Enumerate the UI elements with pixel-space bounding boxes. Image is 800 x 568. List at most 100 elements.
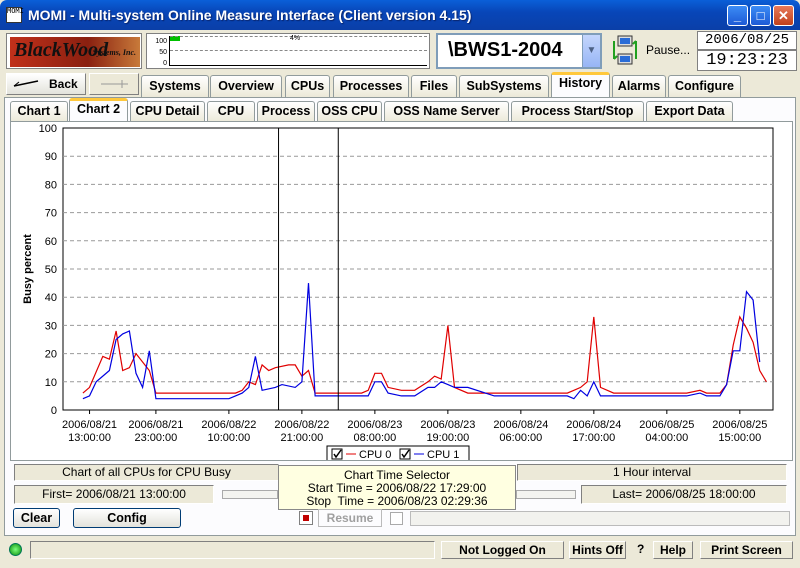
chart-description: Chart of all CPUs for CPU Busy — [14, 464, 279, 481]
x-tick-time: 15:00:00 — [718, 432, 761, 444]
legend-label: CPU 0 — [359, 449, 391, 460]
meter-label: 4% — [290, 35, 301, 42]
app-icon: MOMI — [6, 7, 24, 23]
y-tick-label: 80 — [45, 179, 57, 191]
legend-label: CPU 1 — [427, 449, 459, 460]
subtab-export-data[interactable]: Export Data — [646, 101, 733, 122]
company-logo: BlackWood Systems, Inc. — [6, 33, 142, 69]
meter-tick-100: 100 — [155, 38, 167, 45]
logo-box: BlackWood Systems, Inc. — [10, 37, 140, 67]
forward-button[interactable] — [89, 73, 139, 95]
tab-alarms[interactable]: Alarms — [612, 75, 666, 97]
maximize-button[interactable]: □ — [750, 5, 771, 26]
interval-label: 1 Hour interval — [517, 464, 787, 481]
window-title: MOMI - Multi-system Online Measure Inter… — [28, 7, 472, 23]
tab-processes[interactable]: Processes — [333, 75, 409, 97]
resume-button[interactable]: Resume — [318, 509, 382, 527]
time-selector-tooltip: Chart Time Selector Start Time = 2006/08… — [278, 465, 516, 510]
time-slider-left[interactable] — [222, 490, 278, 499]
tab-systems[interactable]: Systems — [141, 75, 209, 97]
y-tick-label: 20 — [45, 349, 57, 361]
back-label: Back — [49, 77, 78, 91]
hints-button[interactable]: Hints Off — [569, 541, 626, 559]
chevron-down-icon[interactable]: ▼ — [582, 35, 600, 67]
chart-panel: 0 10 20 30 40 50 60 70 80 90 100 Busy percent 2006/0… — [10, 121, 793, 463]
meter-tick-0: 0 — [163, 60, 167, 67]
subtab-cpu[interactable]: CPU — [207, 101, 255, 122]
x-tick-date: 2006/08/24 — [493, 419, 548, 431]
y-tick-label: 50 — [45, 264, 57, 276]
x-tick-date: 2006/08/25 — [639, 419, 694, 431]
meter-tick-50: 50 — [159, 49, 167, 56]
y-axis-label: Busy percent — [22, 234, 34, 304]
y-tick-label: 0 — [51, 405, 57, 417]
back-button[interactable]: Back — [6, 73, 86, 95]
tab-overview[interactable]: Overview — [210, 75, 282, 97]
x-tick-time: 13:00:00 — [68, 432, 111, 444]
x-tick-date: 2006/08/22 — [201, 419, 256, 431]
current-date: 2006/08/25 — [697, 31, 797, 50]
tab-cpus[interactable]: CPUs — [285, 75, 330, 97]
x-tick-date: 2006/08/22 — [274, 419, 329, 431]
app-icon-text: MOMI — [7, 7, 24, 15]
print-screen-button[interactable]: Print Screen — [700, 541, 793, 559]
x-tick-date: 2006/08/23 — [420, 419, 475, 431]
x-tick-time: 06:00:00 — [499, 432, 542, 444]
y-tick-label: 10 — [45, 377, 57, 389]
current-time: 19:23:23 — [697, 50, 797, 71]
tab-files[interactable]: Files — [411, 75, 457, 97]
system-select-value: \BWS1-2004 — [448, 39, 563, 61]
network-computers-icon — [613, 35, 637, 65]
subtab-process-start-stop[interactable]: Process Start/Stop — [511, 101, 644, 122]
subtab-oss-name-server[interactable]: OSS Name Server — [384, 101, 509, 122]
x-tick-time: 08:00:00 — [353, 432, 396, 444]
y-tick-label: 40 — [45, 292, 57, 304]
y-tick-label: 100 — [39, 123, 57, 135]
last-time: Last= 2006/08/25 18:00:00 — [581, 485, 787, 504]
subtab-cpu-detail[interactable]: CPU Detail — [130, 101, 205, 122]
help-button[interactable]: Help — [653, 541, 693, 559]
close-button[interactable]: ✕ — [773, 5, 794, 26]
forward-arrow-icon — [101, 80, 128, 88]
connection-status-icon — [9, 543, 22, 556]
resume-checkbox[interactable] — [390, 512, 403, 525]
status-bar: Not Logged On Hints Off ? Help Print Scr… — [0, 538, 800, 568]
selector-stop: Stop Time = 2006/08/23 02:29:36 — [306, 494, 488, 508]
first-time: First= 2006/08/21 13:00:00 — [14, 485, 214, 504]
meter-plot: 4% — [169, 35, 427, 66]
subtab-chart-2[interactable]: Chart 2 — [69, 98, 128, 121]
status-message — [30, 541, 435, 559]
subtab-process[interactable]: Process — [257, 101, 315, 122]
clear-button[interactable]: Clear — [13, 508, 60, 528]
login-status-button[interactable]: Not Logged On — [441, 541, 564, 559]
x-tick-time: 23:00:00 — [134, 432, 177, 444]
pause-button[interactable]: Pause... — [610, 33, 696, 69]
tab-history[interactable]: History — [551, 72, 610, 97]
title-bar: MOMI MOMI - Multi-system Online Measure … — [0, 0, 800, 30]
x-tick-date: 2006/08/24 — [566, 419, 621, 431]
question-icon[interactable]: ? — [637, 542, 644, 556]
x-tick-date: 2006/08/21 — [128, 419, 183, 431]
system-select[interactable]: \BWS1-2004 ▼ — [436, 33, 602, 69]
x-tick-date: 2006/08/21 — [62, 419, 117, 431]
y-tick-label: 90 — [45, 151, 57, 163]
cpu-meter: 100 50 0 4% — [146, 33, 430, 69]
pause-label: Pause... — [646, 43, 691, 57]
minimize-button[interactable]: _ — [727, 5, 748, 26]
record-icon[interactable] — [299, 511, 313, 525]
cpu-busy-chart[interactable]: 0 10 20 30 40 50 60 70 80 90 100 Busy percent 2006/0… — [11, 122, 792, 463]
subtab-chart-1[interactable]: Chart 1 — [10, 101, 68, 122]
tab-configure[interactable]: Configure — [668, 75, 741, 97]
logo-sub-text: Systems, Inc. — [92, 48, 136, 57]
subtab-oss-cpu[interactable]: OSS CPU — [317, 101, 382, 122]
back-arrow-icon — [13, 80, 39, 87]
y-tick-label: 70 — [45, 208, 57, 220]
y-tick-label: 60 — [45, 236, 57, 248]
progress-field — [410, 511, 790, 526]
x-tick-time: 10:00:00 — [207, 432, 250, 444]
tab-subsystems[interactable]: SubSystems — [459, 75, 549, 97]
config-button[interactable]: Config — [73, 508, 181, 528]
time-slider-right[interactable] — [516, 490, 576, 499]
x-tick-time: 21:00:00 — [280, 432, 323, 444]
x-tick-date: 2006/08/23 — [347, 419, 402, 431]
